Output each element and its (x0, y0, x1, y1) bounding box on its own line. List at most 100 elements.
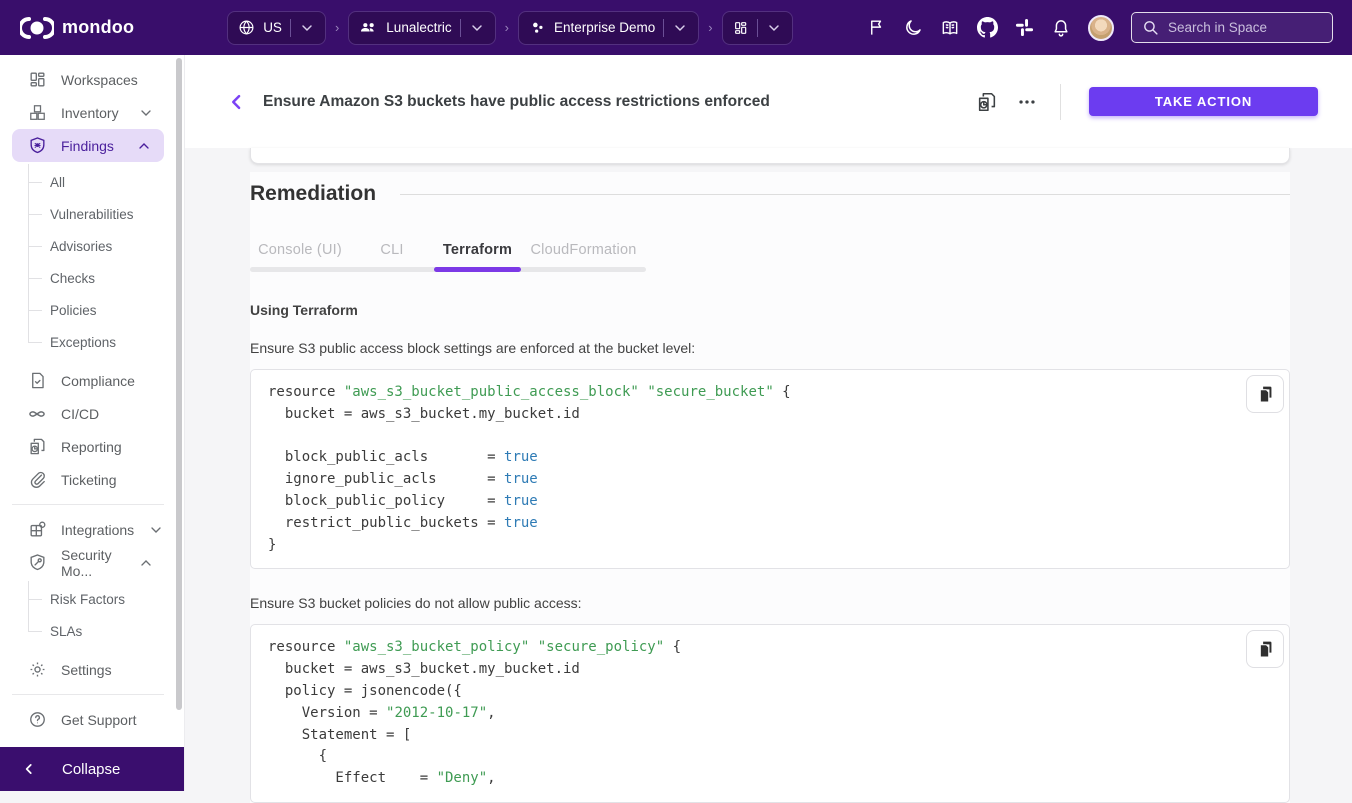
chevron-down-icon (138, 105, 154, 121)
remediation-tabs: Console (UI) CLI Terraform CloudFormatio… (250, 232, 646, 272)
sidebar-scrollbar[interactable] (176, 58, 182, 710)
cicd-infinity-icon (27, 404, 47, 424)
header-actions: TAKE ACTION (976, 84, 1318, 120)
sidebar-item-get-support[interactable]: Get Support (0, 703, 184, 736)
sidebar-subitem[interactable]: Advisories (0, 230, 184, 262)
chevron-down-icon[interactable] (766, 20, 782, 36)
copy-icon (1256, 640, 1275, 659)
sidebar-item-security-model[interactable]: Security Mo... (0, 546, 184, 579)
remediation-tab[interactable]: Terraform (434, 232, 521, 267)
chevron-down-icon[interactable] (299, 20, 315, 36)
sidebar-subitem[interactable]: Vulnerabilities (0, 198, 184, 230)
topbar-actions (867, 12, 1333, 43)
user-avatar[interactable] (1088, 15, 1114, 41)
chevron-up-icon (138, 555, 154, 571)
sidebar-subitem[interactable]: Exceptions (0, 326, 184, 358)
workspaces-icon (27, 70, 47, 90)
workspace-grid-icon (733, 20, 749, 36)
remediation-tab[interactable]: CloudFormation (521, 232, 646, 267)
space-search (1131, 12, 1333, 43)
security-model-shield-wrench-icon (27, 553, 47, 573)
remediation-tab[interactable]: CLI (350, 232, 434, 267)
sidebar-subitem[interactable]: Checks (0, 262, 184, 294)
take-action-button[interactable]: TAKE ACTION (1089, 87, 1318, 116)
sidebar-item-ticketing[interactable]: Ticketing (0, 463, 184, 496)
remediation-section: Remediation Console (UI) CLI Terraform C… (250, 172, 1290, 803)
github-icon[interactable] (977, 17, 998, 38)
slack-icon[interactable] (1015, 18, 1034, 37)
globe-icon (238, 19, 255, 36)
chevron-left-icon (22, 762, 36, 776)
remediation-heading-row: Remediation (250, 172, 1290, 206)
ticketing-paperclip-icon (27, 470, 47, 490)
breadcrumb: US › Lunalectric › (227, 11, 792, 45)
security-sub-list: Risk Factors SLAs (0, 583, 184, 647)
sidebar-subitem[interactable]: Risk Factors (0, 583, 184, 615)
sidebar-divider (12, 694, 164, 695)
code-lines: resource "aws_s3_bucket_policy" "secure_… (268, 637, 1233, 790)
breadcrumb-separator: › (503, 20, 511, 35)
report-doc-pie-icon[interactable] (976, 91, 998, 113)
breadcrumb-workspace-selector[interactable] (722, 11, 793, 45)
terraform-code-block-2: resource "aws_s3_bucket_policy" "secure_… (250, 624, 1290, 803)
back-button[interactable] (227, 92, 247, 112)
brand-name: mondoo (62, 17, 134, 38)
mondoo-logo[interactable]: mondoo (20, 17, 134, 39)
using-terraform-subheading: Using Terraform (250, 302, 1290, 318)
findings-sub-list: All Vulnerabilities Advisories Checks Po… (0, 166, 184, 358)
breadcrumb-separator: › (333, 20, 341, 35)
remediation-paragraph-1: Ensure S3 public access block settings a… (250, 340, 1290, 356)
remediation-paragraph-2: Ensure S3 bucket policies do not allow p… (250, 595, 1290, 611)
notifications-bell-icon[interactable] (1051, 18, 1071, 38)
team-icon (359, 19, 378, 36)
sidebar: Workspaces Inventory Findings (0, 55, 185, 791)
heading-divider (400, 194, 1290, 195)
chevron-down-icon (148, 522, 164, 538)
page-title: Ensure Amazon S3 buckets have public acc… (263, 93, 976, 111)
chevron-left-icon (227, 92, 247, 112)
chevron-down-icon[interactable] (672, 20, 688, 36)
more-options-icon[interactable] (1016, 91, 1038, 113)
sidebar-nav: Workspaces Inventory Findings (0, 55, 184, 747)
sidebar-subitem[interactable]: All (0, 166, 184, 198)
sidebar-item-cicd[interactable]: CI/CD (0, 397, 184, 430)
settings-gear-icon (27, 660, 47, 680)
sidebar-item-settings[interactable]: Settings (0, 653, 184, 686)
sidebar-item-workspaces[interactable]: Workspaces (0, 63, 184, 96)
docs-book-icon[interactable] (940, 18, 960, 38)
topbar: mondoo US › Lunalectric (0, 0, 1352, 55)
integrations-icon (27, 520, 47, 540)
breadcrumb-space-selector[interactable]: Enterprise Demo (518, 11, 699, 45)
terraform-code-block-1: resource "aws_s3_bucket_public_access_bl… (250, 369, 1290, 569)
chevron-up-icon (136, 138, 152, 154)
breadcrumb-organization-selector[interactable]: Lunalectric (348, 11, 495, 45)
remediation-tab[interactable]: Console (UI) (250, 232, 350, 267)
reporting-doc-pie-icon (27, 437, 47, 457)
remediation-heading: Remediation (250, 182, 376, 206)
sidebar-item-compliance[interactable]: Compliance (0, 364, 184, 397)
sidebar-item-reporting[interactable]: Reporting (0, 430, 184, 463)
feature-flag-icon[interactable] (867, 18, 886, 37)
copy-icon (1256, 385, 1275, 404)
sidebar-item-integrations[interactable]: Integrations (0, 513, 184, 546)
inventory-icon (27, 103, 47, 123)
org-icon (529, 19, 546, 36)
copy-code-button[interactable] (1246, 630, 1284, 668)
code-lines: resource "aws_s3_bucket_public_access_bl… (268, 382, 1233, 556)
finding-header: Ensure Amazon S3 buckets have public acc… (185, 55, 1352, 148)
help-circle-icon (27, 710, 47, 730)
search-input[interactable] (1168, 20, 1345, 35)
breadcrumb-region-selector[interactable]: US (227, 11, 326, 45)
sidebar-item-findings[interactable]: Findings (12, 129, 164, 162)
sidebar-subitem[interactable]: Policies (0, 294, 184, 326)
collapse-sidebar-button[interactable]: Collapse (0, 747, 184, 791)
breadcrumb-separator: › (706, 20, 714, 35)
sidebar-divider (12, 504, 164, 505)
copy-code-button[interactable] (1246, 375, 1284, 413)
sidebar-subitem[interactable]: SLAs (0, 615, 184, 647)
dark-mode-moon-icon[interactable] (903, 18, 923, 38)
sidebar-item-inventory[interactable]: Inventory (0, 96, 184, 129)
chevron-down-icon[interactable] (469, 20, 485, 36)
findings-shield-bug-icon (27, 136, 47, 156)
mondoo-logo-icon (20, 17, 54, 39)
